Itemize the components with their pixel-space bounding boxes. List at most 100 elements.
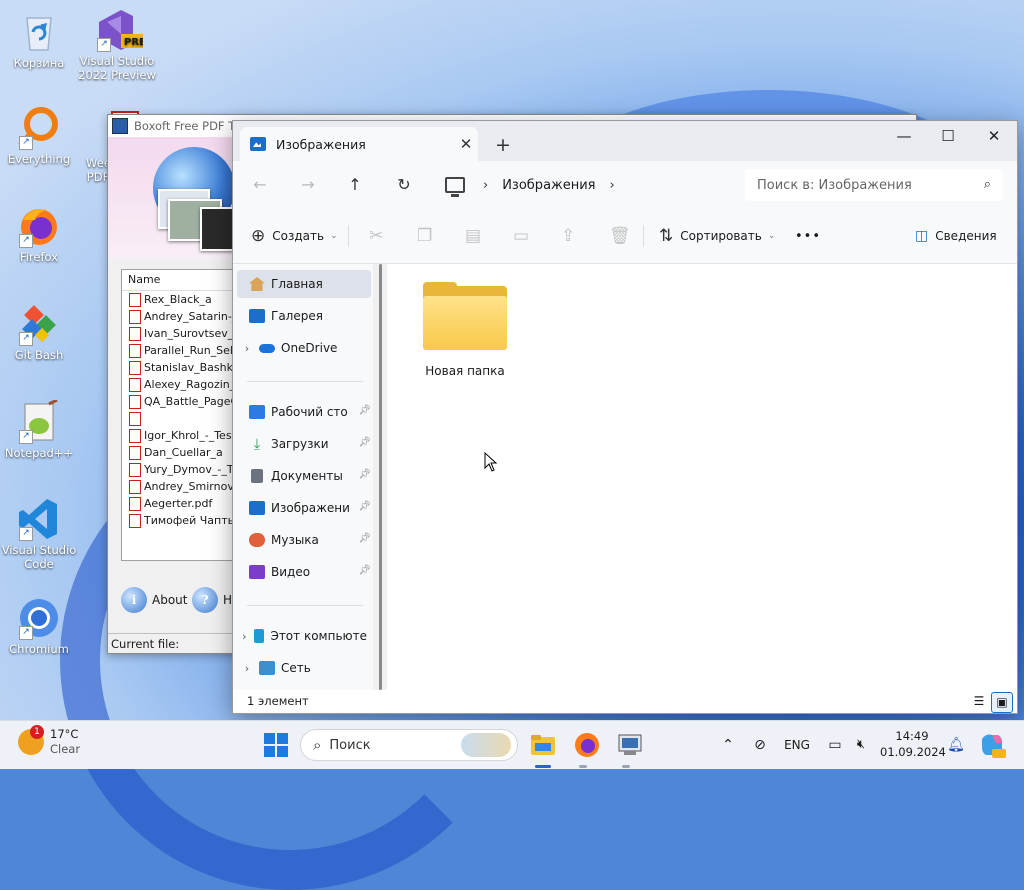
svg-text:PRE: PRE xyxy=(124,37,143,48)
file-list-area[interactable]: Новая папка xyxy=(387,264,1017,690)
show-hidden-icons-button[interactable]: ⌃ xyxy=(716,721,740,769)
sort-button[interactable]: ⇅ Сортировать ⌄ xyxy=(659,209,775,263)
details-pane-button[interactable]: ◫ Сведения xyxy=(915,209,997,263)
breadcrumb-images[interactable]: Изображения xyxy=(502,178,595,193)
copilot-button[interactable] xyxy=(976,729,1008,761)
rename-button[interactable]: ▭ xyxy=(513,209,536,263)
list-item[interactable]: Rex_Black_a xyxy=(122,291,242,308)
chevron-right-icon[interactable]: › xyxy=(239,630,250,643)
boxoft-file-list[interactable]: Name Rex_Black_a Andrey_Satarin-_T Ivan_… xyxy=(121,269,243,561)
rename-icon: ▭ xyxy=(513,226,530,246)
list-header-name[interactable]: Name xyxy=(122,270,242,291)
folder-item[interactable]: Новая папка xyxy=(415,282,515,378)
list-item[interactable]: QA_Battle_PageOI xyxy=(122,393,242,410)
notifications-bell-icon[interactable]: 🔔︎ xyxy=(944,721,968,769)
nav-item-documents[interactable]: Документы 📌︎ xyxy=(237,462,371,490)
display-icon[interactable]: ▭ xyxy=(822,721,848,769)
details-view-button[interactable]: ☰ xyxy=(969,692,989,711)
explorer-tab-bar[interactable]: Изображения ✕ + — ☐ ✕ xyxy=(233,121,1017,161)
navpane-scrollbar-thumb[interactable] xyxy=(379,264,382,690)
volume-muted-icon[interactable]: 🔇︎ xyxy=(848,721,874,769)
taskbar-search[interactable]: ⌕ Поиск xyxy=(300,729,518,761)
back-button[interactable]: ← xyxy=(245,171,275,199)
desktop-icon-chromium[interactable]: ↗ Chromium xyxy=(0,596,81,656)
language-indicator[interactable]: ENG xyxy=(780,721,814,769)
nav-item-pictures[interactable]: Изображени 📌︎ xyxy=(237,494,371,522)
minimize-button[interactable]: — xyxy=(881,121,927,151)
status-bar: 1 элемент ☰ ▣ xyxy=(233,690,1017,713)
desktop-icon-git-bash[interactable]: ↗ Git Bash xyxy=(0,302,81,362)
nav-item-onedrive[interactable]: › OneDrive xyxy=(233,334,367,362)
list-item[interactable]: Aegerter.pdf xyxy=(122,495,242,512)
desktop-icon-notepadpp[interactable]: ↗ Notepad++ xyxy=(0,398,81,460)
list-item[interactable]: Dan_Cuellar_a xyxy=(122,444,242,461)
list-item[interactable]: Yury_Dymov_-_Te xyxy=(122,461,242,478)
desktop-icon-recycle-bin[interactable]: Корзина xyxy=(0,10,81,70)
weather-widget[interactable]: 1 17°C Clear xyxy=(18,725,81,757)
clock[interactable]: 14:49 01.09.2024 xyxy=(880,728,946,760)
more-options-button[interactable]: ••• xyxy=(795,209,821,263)
taskbar-file-explorer[interactable] xyxy=(527,729,559,761)
up-button[interactable]: ↑ xyxy=(340,171,370,199)
close-button[interactable]: ✕ xyxy=(971,121,1017,151)
nav-item-this-pc[interactable]: › Этот компьюте xyxy=(233,622,367,650)
list-item[interactable]: Andrey_Satarin-_T xyxy=(122,308,242,325)
nav-item-downloads[interactable]: ⤓ Загрузки 📌︎ xyxy=(237,430,371,458)
navigation-pane[interactable]: Главная Галерея › OneDrive Рабочий сто 📌… xyxy=(233,264,381,690)
file-explorer-window[interactable]: Изображения ✕ + — ☐ ✕ ← → ↑ ↻ › Изображе… xyxy=(232,120,1018,714)
network-disconnected-icon[interactable]: ⊘ xyxy=(746,721,774,769)
delete-button[interactable]: 🗑︎ xyxy=(609,209,638,263)
search-input[interactable]: Поиск в: Изображения ⌕ xyxy=(745,169,1003,201)
weather-condition: Clear xyxy=(50,742,81,756)
paste-button[interactable]: ▤ xyxy=(465,209,488,263)
list-item[interactable]: Stanislav_Bashkyr xyxy=(122,359,242,376)
list-item[interactable]: Andrey_Smirnov.p xyxy=(122,478,242,495)
list-item[interactable]: Ivan_Surovtsev_- xyxy=(122,325,242,342)
start-button[interactable] xyxy=(260,729,292,761)
vscode-icon: ↗ xyxy=(17,497,61,541)
clock-date: 01.09.2024 xyxy=(880,745,946,759)
list-item[interactable] xyxy=(122,410,242,427)
close-tab-icon[interactable]: ✕ xyxy=(454,135,478,153)
nav-item-gallery[interactable]: Галерея xyxy=(237,302,371,330)
forward-button[interactable]: → xyxy=(293,171,323,199)
about-button[interactable]: i About xyxy=(121,587,187,613)
taskbar-boxoft[interactable] xyxy=(614,729,646,761)
copy-button[interactable]: ❐ xyxy=(417,209,439,263)
breadcrumb-separator[interactable]: › xyxy=(610,178,615,193)
nav-item-videos[interactable]: Видео 📌︎ xyxy=(237,558,371,586)
nav-item-home[interactable]: Главная xyxy=(237,270,371,298)
git-icon: ↗ xyxy=(17,302,61,346)
breadcrumb-separator[interactable]: › xyxy=(483,178,488,193)
nav-item-music[interactable]: Музыка 📌︎ xyxy=(237,526,371,554)
new-tab-button[interactable]: + xyxy=(489,131,517,159)
nav-item-desktop[interactable]: Рабочий сто 📌︎ xyxy=(237,398,371,426)
list-item[interactable]: Тимофей Чаптыко xyxy=(122,512,242,529)
taskbar-firefox[interactable] xyxy=(571,729,603,761)
nav-item-network[interactable]: › Сеть xyxy=(233,654,367,682)
taskbar: 1 17°C Clear ⌕ Поиск ⌃ ⊘ ENG ▭ 🔇︎ 14:49 … xyxy=(0,720,1024,769)
notepadpp-icon: ↗ xyxy=(17,398,61,444)
tab-images[interactable]: Изображения ✕ xyxy=(240,127,478,161)
chevron-right-icon[interactable]: › xyxy=(239,662,255,675)
desktop-icon-visual-studio[interactable]: PRE ↗ Visual Studio 2022 Preview xyxy=(75,8,159,82)
create-button[interactable]: ⊕ Создать ⌄ xyxy=(251,209,338,263)
refresh-button[interactable]: ↻ xyxy=(389,171,419,199)
shortcut-arrow-icon: ↗ xyxy=(19,626,33,640)
maximize-button[interactable]: ☐ xyxy=(925,121,971,151)
list-item[interactable]: Igor_Khrol_-_Test xyxy=(122,427,242,444)
share-button[interactable]: ⇪ xyxy=(561,209,582,263)
desktop-icon-firefox[interactable]: ↗ Firefox xyxy=(0,204,81,264)
desktop-icon-vscode[interactable]: ↗ Visual Studio Code xyxy=(0,497,81,571)
address-bar[interactable]: › Изображения › xyxy=(439,169,735,201)
search-icon: ⌕ xyxy=(313,736,322,754)
recycle-bin-icon xyxy=(17,10,61,54)
list-item[interactable]: Parallel_Run_Seler xyxy=(122,342,242,359)
visual-studio-icon: PRE ↗ xyxy=(95,8,146,52)
list-item[interactable]: Alexey_Ragozin_- xyxy=(122,376,242,393)
desktop-icon-week-pdf[interactable]: Week PDF xyxy=(56,110,139,184)
cut-button[interactable]: ✂ xyxy=(369,209,390,263)
firefox-icon: ↗ xyxy=(17,204,61,248)
chevron-right-icon[interactable]: › xyxy=(239,342,255,355)
tiles-view-button[interactable]: ▣ xyxy=(991,692,1013,713)
